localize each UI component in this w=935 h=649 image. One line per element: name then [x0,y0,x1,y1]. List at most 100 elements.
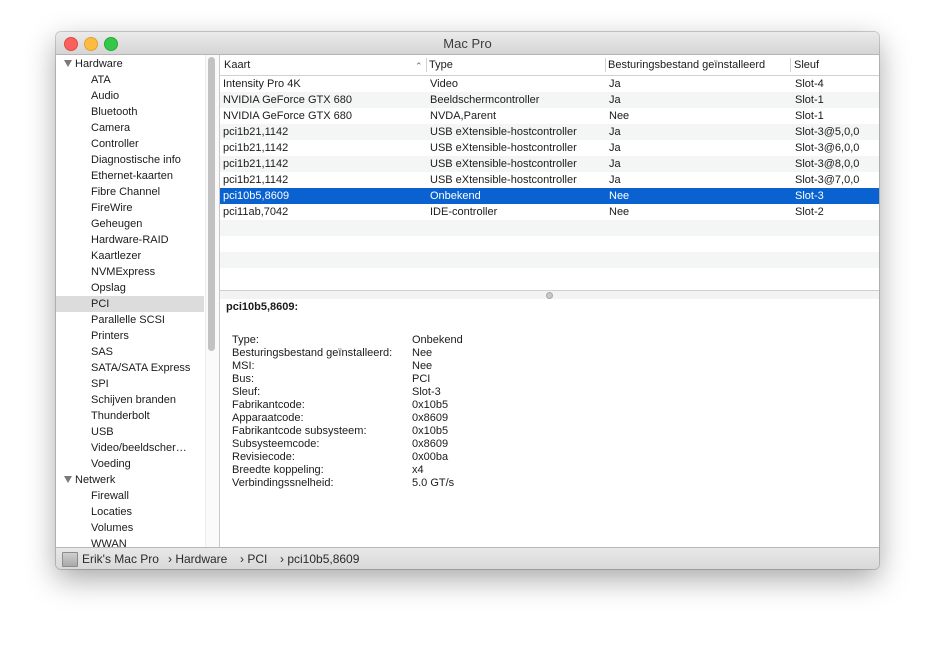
table-cell: pci1b21,1142 [223,174,289,186]
sidebar-item-label: Thunderbolt [91,410,150,422]
column-header-sleuf[interactable]: Sleuf [794,55,874,75]
detail-field: Fabrikantcode: 0x10b5 [232,399,632,412]
detail-field-label: Revisiecode: [232,451,295,463]
table-row-empty [220,268,879,284]
sidebar-item[interactable]: NVMExpress [56,264,204,280]
table-cell: Slot-3 [795,190,824,202]
sidebar-item[interactable]: USB [56,424,204,440]
table-row[interactable]: NVIDIA GeForce GTX 680 Beeldschermcontrol… [220,92,879,108]
table-row[interactable]: pci1b21,1142 USB eXtensible-hostcontrolle… [220,172,879,188]
sidebar-item[interactable]: ATA [56,72,204,88]
sidebar-item[interactable]: FireWire [56,200,204,216]
sidebar-item[interactable]: Bluetooth [56,104,204,120]
column-header-driver[interactable]: Besturingsbestand geïnstalleerd [608,55,790,75]
sidebar-item[interactable]: Locaties [56,504,204,520]
sidebar-item-label: Volumes [91,522,134,534]
path-segment-pci[interactable]: › PCI [240,552,267,566]
path-segment-computer[interactable]: Erik's Mac Pro [82,552,159,566]
sidebar-item[interactable]: Diagnostische info [56,152,204,168]
sidebar-item[interactable]: Audio [56,88,204,104]
path-segment-device[interactable]: › pci10b5,8609 [280,552,359,566]
sidebar-item-label: Video/beeldscher… [91,442,187,454]
sidebar-item[interactable]: SPI [56,376,204,392]
detail-field: Revisiecode: 0x00ba [232,451,632,464]
table-cell: NVIDIA GeForce GTX 680 [223,94,352,106]
disclosure-triangle-icon[interactable] [64,476,72,483]
detail-field: Besturingsbestand geïnstalleerd: Nee [232,347,632,360]
table-cell: Slot-3@6,0,0 [795,142,860,154]
sidebar-item-label: ATA [91,74,111,86]
app-window: Mac Pro WWAN Volumes Locaties Firewall Netwe… [56,32,879,569]
detail-field: Type: Onbekend [232,334,632,347]
disclosure-triangle-icon[interactable] [64,60,72,67]
sidebar-item-label: SPI [91,378,109,390]
sidebar: WWAN Volumes Locaties Firewall Netwerk Voedin… [56,55,219,547]
sidebar-item[interactable]: Geheugen [56,216,204,232]
sidebar-item[interactable]: Firewall [56,488,204,504]
sidebar-item[interactable]: Fibre Channel [56,184,204,200]
detail-field: Apparaatcode: 0x8609 [232,412,632,425]
detail-field-value: 0x10b5 [412,425,449,437]
table-row[interactable]: Intensity Pro 4K Video Ja Slot-4 [220,76,879,92]
table-row[interactable]: pci1b21,1142 USB eXtensible-hostcontrolle… [220,156,879,172]
sidebar-item-label: Voeding [91,458,131,470]
sidebar-item[interactable]: SATA/SATA Express [56,360,204,376]
detail-field-label: Fabrikantcode subsysteem: [232,425,367,437]
sidebar-item-label: Kaartlezer [91,250,142,262]
sort-ascending-icon: ⌃ [415,61,423,71]
column-separator[interactable] [790,58,791,72]
table-row[interactable]: pci1b21,1142 USB eXtensible-hostcontrolle… [220,124,879,140]
detail-field-value: 0x8609 [412,412,449,424]
sidebar-item[interactable]: SAS [56,344,204,360]
sidebar-item[interactable]: Thunderbolt [56,408,204,424]
sidebar-item[interactable]: Schijven branden [56,392,204,408]
table-cell: Ja [609,158,621,170]
table-row[interactable]: pci10b5,8609 Onbekend Nee Slot-3 [220,188,879,204]
sidebar-item[interactable]: Voeding [56,456,204,472]
column-separator[interactable] [605,58,606,72]
detail-field: Subsysteemcode: 0x8609 [232,438,632,451]
table-cell: pci1b21,1142 [223,158,289,170]
path-bar: Erik's Mac Pro › Hardware › PCI › pci10b… [56,547,879,569]
sidebar-item-label: WWAN [91,538,127,547]
column-header-type[interactable]: Type [429,55,604,75]
sidebar-item-label: Audio [91,90,120,102]
table-row[interactable]: NVIDIA GeForce GTX 680 NVDA,Parent Nee Slot… [220,108,879,124]
sidebar-scrollbar-thumb[interactable] [208,57,215,351]
divider-grip-icon[interactable] [546,292,553,299]
sidebar-item[interactable]: Ethernet-kaarten [56,168,204,184]
detail-field-label: Bus: [232,373,255,385]
table-cell: Slot-2 [795,206,824,218]
table-row[interactable]: pci1b21,1142 USB eXtensible-hostcontrolle… [220,140,879,156]
sidebar-item[interactable]: Video/beeldscher… [56,440,204,456]
column-header-kaart[interactable]: Kaart [224,55,427,75]
detail-field-value: 0x10b5 [412,399,449,411]
sidebar-item[interactable]: Printers [56,328,204,344]
table-cell: Slot-4 [795,78,824,90]
sidebar-item[interactable]: Volumes [56,520,204,536]
sidebar-item-label: Fibre Channel [91,186,161,198]
detail-field-label: Subsysteemcode: [232,438,320,450]
sidebar-item-label: SAS [91,346,114,358]
table-cell: Ja [609,174,621,186]
sidebar-item[interactable]: WWAN [56,536,204,547]
detail-field: Verbindingssnelheid: 5.0 GT/s [232,477,632,490]
table-cell: IDE-controller [430,206,498,218]
computer-icon [62,552,78,567]
detail-field-label: Besturingsbestand geïnstalleerd: [232,347,393,359]
sidebar-item[interactable]: Camera [56,120,204,136]
pci-table: Kaart ⌃ Type Besturingsbestand geïnstall… [220,55,879,290]
sidebar-group[interactable]: Netwerk [56,472,204,488]
sidebar-group[interactable]: Hardware [56,56,204,72]
table-row[interactable]: pci11ab,7042 IDE-controller Nee Slot-2 [220,204,879,220]
path-segment-hardware[interactable]: › Hardware [168,552,227,566]
sidebar-item[interactable]: Opslag [56,280,204,296]
table-cell: pci11ab,7042 [223,206,289,218]
sidebar-item[interactable]: PCI [56,296,204,312]
sidebar-item[interactable]: Parallelle SCSI [56,312,204,328]
sidebar-item[interactable]: Hardware-RAID [56,232,204,248]
sidebar-item[interactable]: Kaartlezer [56,248,204,264]
sidebar-item[interactable]: Controller [56,136,204,152]
title-bar: Mac Pro [56,32,879,55]
column-separator[interactable] [426,58,427,72]
